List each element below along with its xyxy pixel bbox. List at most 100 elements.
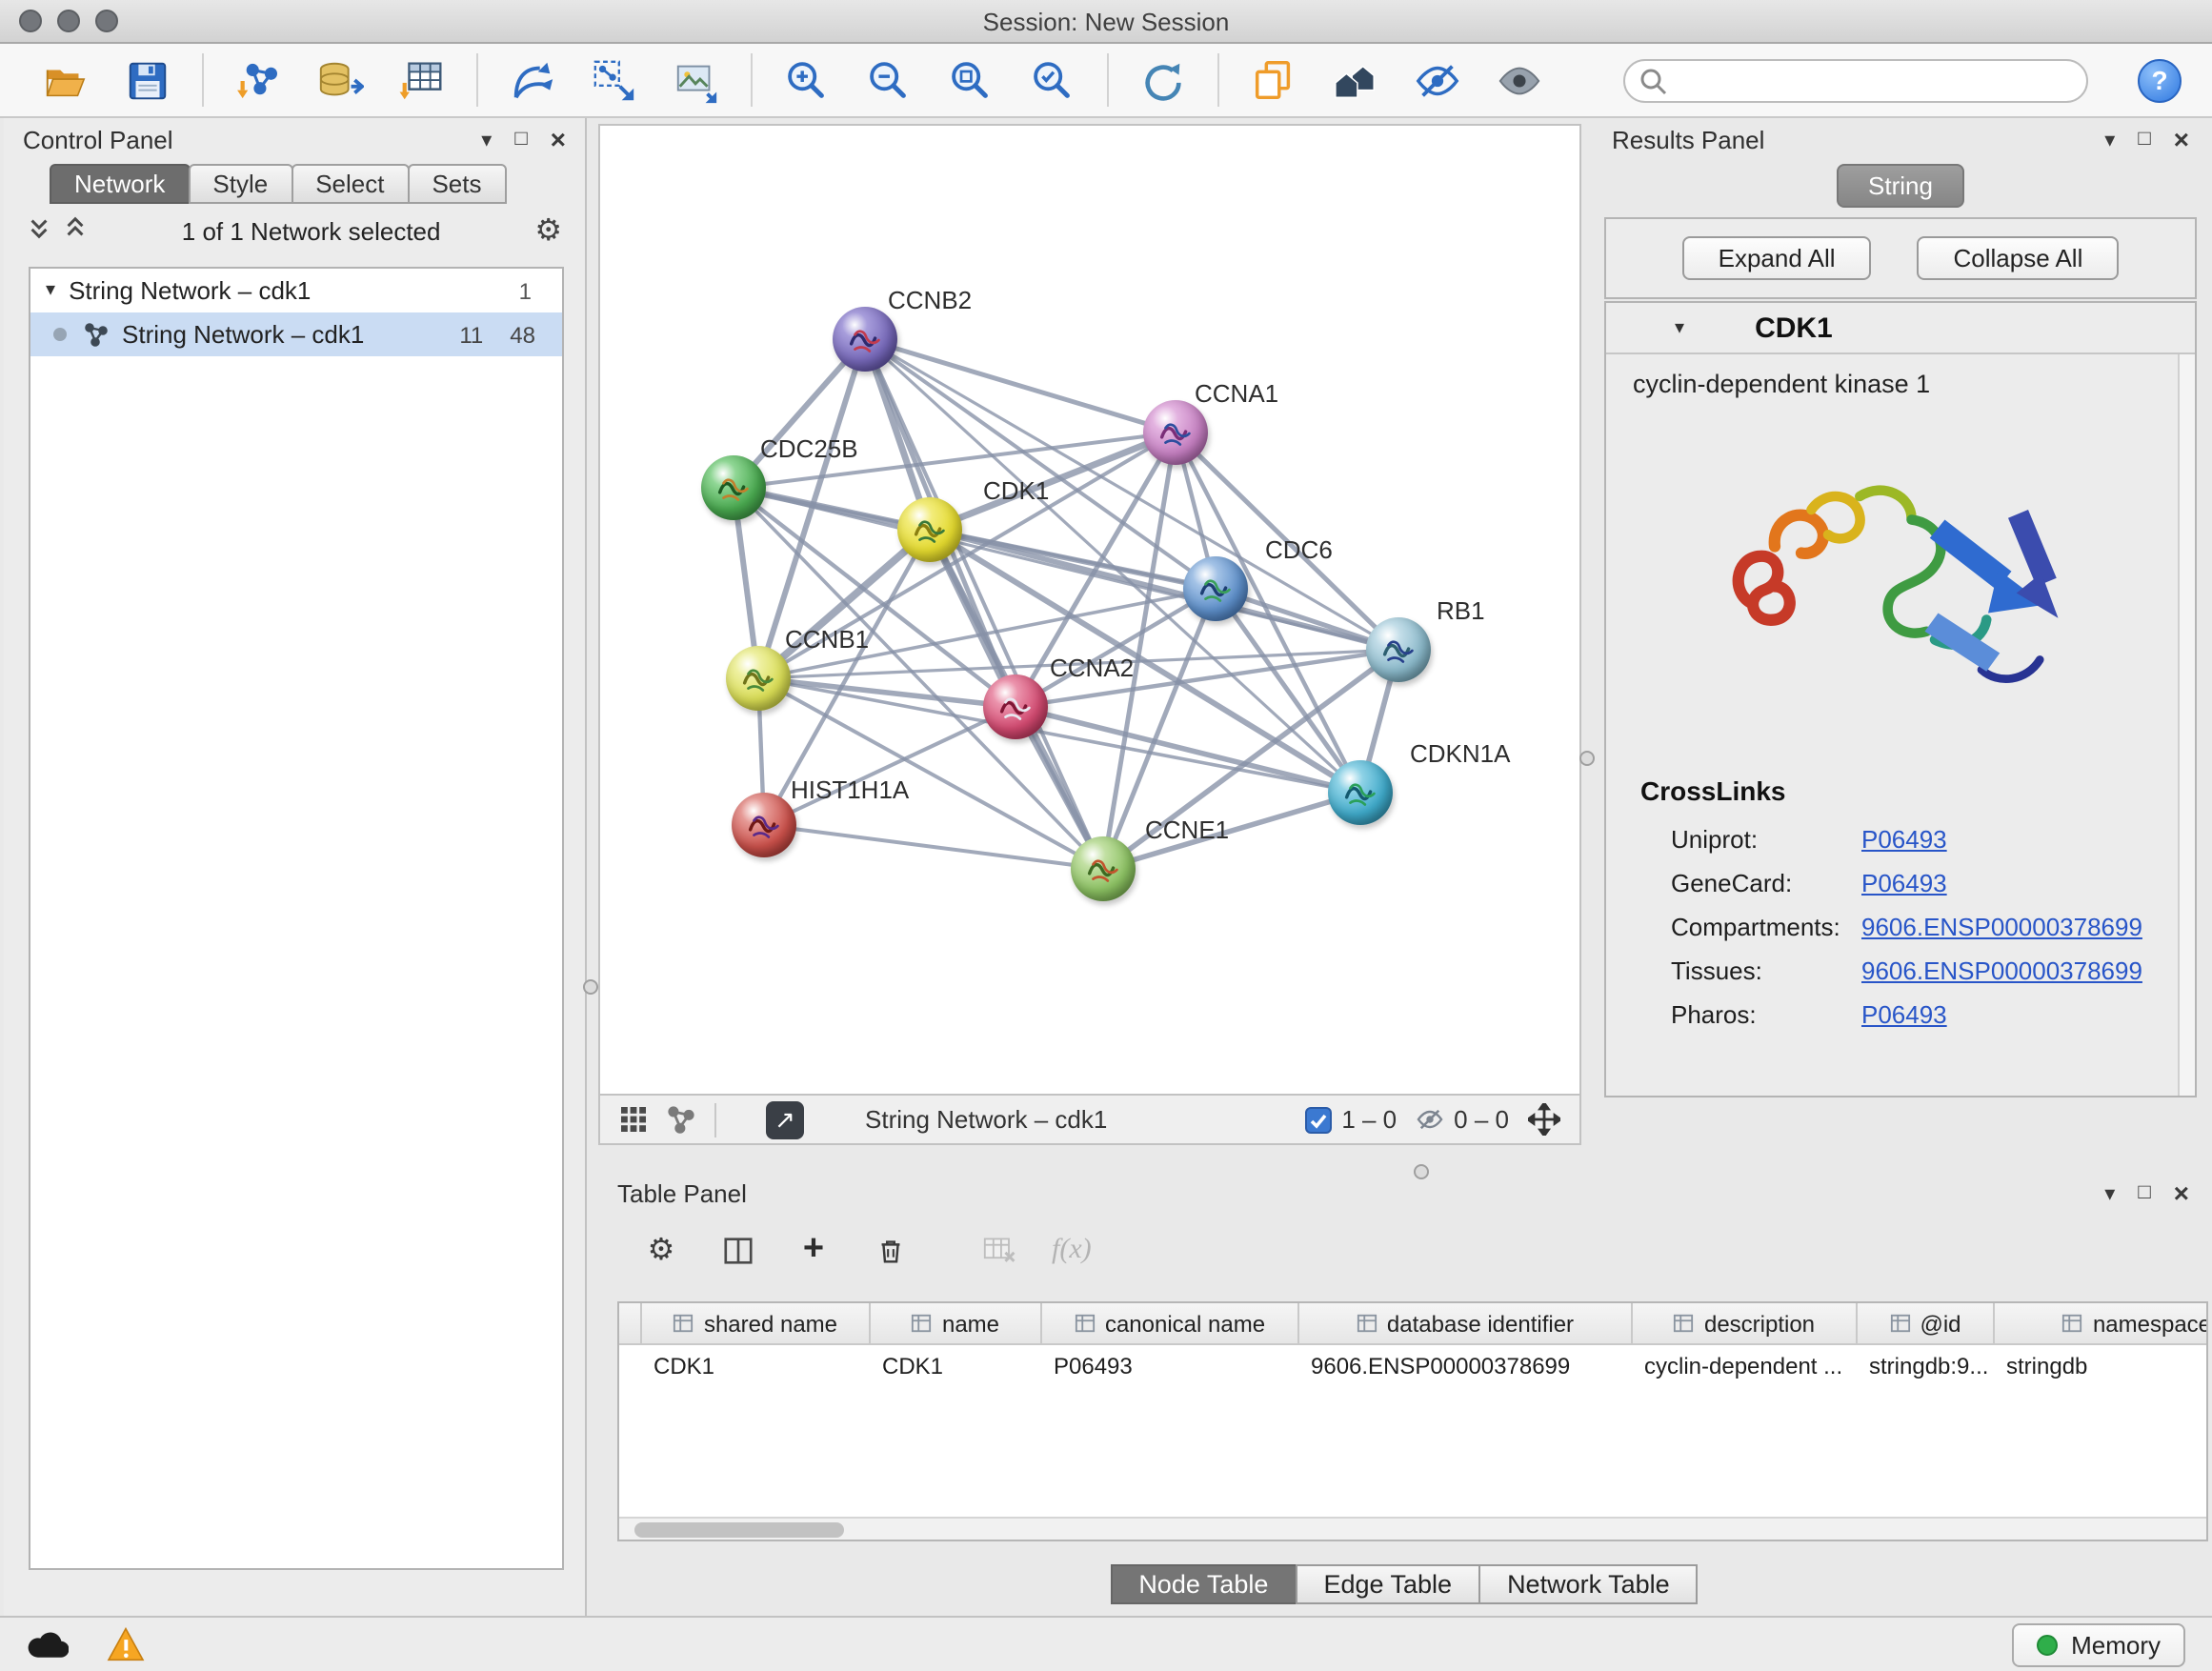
network-node-ccna2[interactable]	[983, 674, 1048, 739]
help-button[interactable]: ?	[2138, 58, 2182, 102]
vertical-scrollbar[interactable]	[2178, 354, 2195, 1096]
gene-section-header[interactable]: ▾ CDK1	[1606, 303, 2195, 354]
import-network-from-file-button[interactable]	[231, 53, 284, 107]
column-header-name[interactable]: name	[871, 1303, 1042, 1345]
network-collection-row[interactable]: ▾ String Network – cdk1 1	[30, 269, 562, 312]
pharos-link[interactable]: P06493	[1861, 1000, 1947, 1029]
network-options-gear-icon[interactable]: ⚙	[534, 211, 562, 250]
cybrowser-home-button[interactable]	[1328, 53, 1381, 107]
window-minimize-button[interactable]	[57, 10, 80, 32]
show-graphics-details-button[interactable]	[1492, 53, 1545, 107]
panel-float-icon[interactable]: □	[2138, 128, 2150, 151]
network-row[interactable]: String Network – cdk1 11 48	[30, 312, 562, 356]
column-header-description[interactable]: description	[1633, 1303, 1858, 1345]
import-table-from-file-button[interactable]	[394, 53, 448, 107]
splitter-handle-right[interactable]	[1579, 751, 1595, 766]
uniprot-link[interactable]: P06493	[1861, 825, 1947, 854]
tab-edge-table[interactable]: Edge Table	[1295, 1564, 1480, 1604]
network-node-hist1h1a[interactable]	[732, 793, 796, 857]
panel-close-icon[interactable]: ×	[2174, 1178, 2189, 1208]
genecard-link[interactable]: P06493	[1861, 869, 1947, 897]
cell-description[interactable]: cyclin-dependent ...	[1633, 1345, 1858, 1387]
add-column-button[interactable]: +	[796, 1233, 831, 1267]
cell-database-identifier[interactable]: 9606.ENSP00000378699	[1299, 1345, 1633, 1387]
network-edge-cdkn1a-ccne1[interactable]	[1103, 793, 1360, 869]
tab-style[interactable]: Style	[188, 164, 292, 204]
network-edge-ccnb2-ccna1[interactable]	[865, 339, 1176, 433]
network-node-rb1[interactable]	[1366, 617, 1431, 682]
splitter-handle-bottom[interactable]	[1414, 1164, 1429, 1179]
cell-canonical-name[interactable]: P06493	[1042, 1345, 1299, 1387]
collapse-all-networks-icon[interactable]	[63, 215, 88, 246]
cell-shared-name[interactable]: CDK1	[642, 1345, 871, 1387]
apply-layout-button[interactable]	[1136, 53, 1189, 107]
zoom-selected-button[interactable]	[1025, 53, 1078, 107]
tab-string-results[interactable]: String	[1836, 164, 1965, 208]
tab-node-table[interactable]: Node Table	[1110, 1564, 1297, 1604]
network-node-cdk1[interactable]	[897, 497, 962, 562]
column-header-database-identifier[interactable]: database identifier	[1299, 1303, 1633, 1345]
horizontal-scrollbar[interactable]	[619, 1517, 2206, 1540]
grid-view-button[interactable]	[619, 1105, 648, 1134]
compartments-link[interactable]: 9606.ENSP00000378699	[1861, 913, 2142, 941]
table-row[interactable]: CDK1 CDK1 P06493 9606.ENSP00000378699 cy…	[619, 1345, 2206, 1387]
window-zoom-button[interactable]	[95, 10, 118, 32]
export-image-button[interactable]	[669, 53, 722, 107]
panel-menu-icon[interactable]: ▾	[481, 127, 492, 151]
cell-namespace[interactable]: stringdb	[1995, 1345, 2208, 1387]
import-network-from-database-button[interactable]	[312, 53, 366, 107]
collection-expander-icon[interactable]: ▾	[46, 280, 55, 301]
panel-close-icon[interactable]: ×	[551, 124, 566, 154]
panel-menu-icon[interactable]: ▾	[2104, 127, 2115, 151]
search-input[interactable]	[1623, 58, 2088, 102]
window-close-button[interactable]	[19, 10, 42, 32]
network-edge-ccna2-hist1h1a[interactable]	[764, 707, 1016, 825]
splitter-handle-left[interactable]	[583, 979, 598, 995]
selected-checkbox-icon[interactable]	[1305, 1106, 1332, 1133]
cloud-status-icon[interactable]	[27, 1630, 69, 1659]
delete-column-button[interactable]	[873, 1233, 907, 1267]
save-session-button[interactable]	[120, 53, 173, 107]
network-node-ccnb2[interactable]	[833, 307, 897, 372]
tab-select[interactable]: Select	[291, 164, 409, 204]
tissues-link[interactable]: 9606.ENSP00000378699	[1861, 956, 2142, 985]
panel-float-icon[interactable]: □	[514, 128, 527, 151]
network-edge-ccnb2-rb1[interactable]	[865, 339, 1398, 650]
network-node-cdc25b[interactable]	[701, 455, 766, 520]
new-network-from-selection-button[interactable]	[587, 53, 640, 107]
copy-button[interactable]	[1246, 53, 1299, 107]
network-node-ccne1[interactable]	[1071, 836, 1136, 901]
birdseye-view-toggle[interactable]: ↗	[766, 1100, 804, 1138]
cell-id[interactable]: stringdb:9...	[1858, 1345, 1995, 1387]
zoom-fit-button[interactable]	[943, 53, 996, 107]
panel-float-icon[interactable]: □	[2138, 1181, 2150, 1204]
column-header-namespace[interactable]: namespace	[1995, 1303, 2208, 1345]
network-node-ccnb1[interactable]	[726, 646, 791, 711]
show-columns-icon[interactable]	[720, 1233, 754, 1267]
expand-all-networks-icon[interactable]	[27, 215, 51, 246]
panel-close-icon[interactable]: ×	[2174, 124, 2189, 154]
horizontal-scrollbar-thumb[interactable]	[634, 1522, 844, 1538]
gene-expander-icon[interactable]: ▾	[1675, 317, 1684, 338]
column-header-canonical-name[interactable]: canonical name	[1042, 1303, 1299, 1345]
cell-name[interactable]: CDK1	[871, 1345, 1042, 1387]
column-header-shared-name[interactable]: shared name	[642, 1303, 871, 1345]
expand-all-button[interactable]: Expand All	[1682, 236, 1872, 280]
hidden-eye-slash-icon[interactable]	[1416, 1105, 1444, 1134]
warnings-icon[interactable]	[107, 1627, 145, 1661]
tab-sets[interactable]: Sets	[407, 164, 506, 204]
collapse-all-button[interactable]: Collapse All	[1918, 236, 2120, 280]
zoom-out-button[interactable]	[861, 53, 915, 107]
network-node-cdkn1a[interactable]	[1328, 760, 1393, 825]
hide-unhide-button[interactable]	[1410, 53, 1463, 107]
memory-button[interactable]: Memory	[2012, 1622, 2185, 1666]
tab-network[interactable]: Network	[50, 164, 190, 204]
network-node-ccna1[interactable]	[1143, 400, 1208, 465]
network-node-cdc6[interactable]	[1183, 556, 1248, 621]
open-session-button[interactable]	[38, 53, 91, 107]
network-share-icon[interactable]	[667, 1105, 695, 1134]
first-neighbors-button[interactable]	[505, 53, 558, 107]
fit-content-button[interactable]	[1528, 1103, 1560, 1136]
zoom-in-button[interactable]	[779, 53, 833, 107]
network-edge-hist1h1a-ccne1[interactable]	[764, 825, 1103, 869]
